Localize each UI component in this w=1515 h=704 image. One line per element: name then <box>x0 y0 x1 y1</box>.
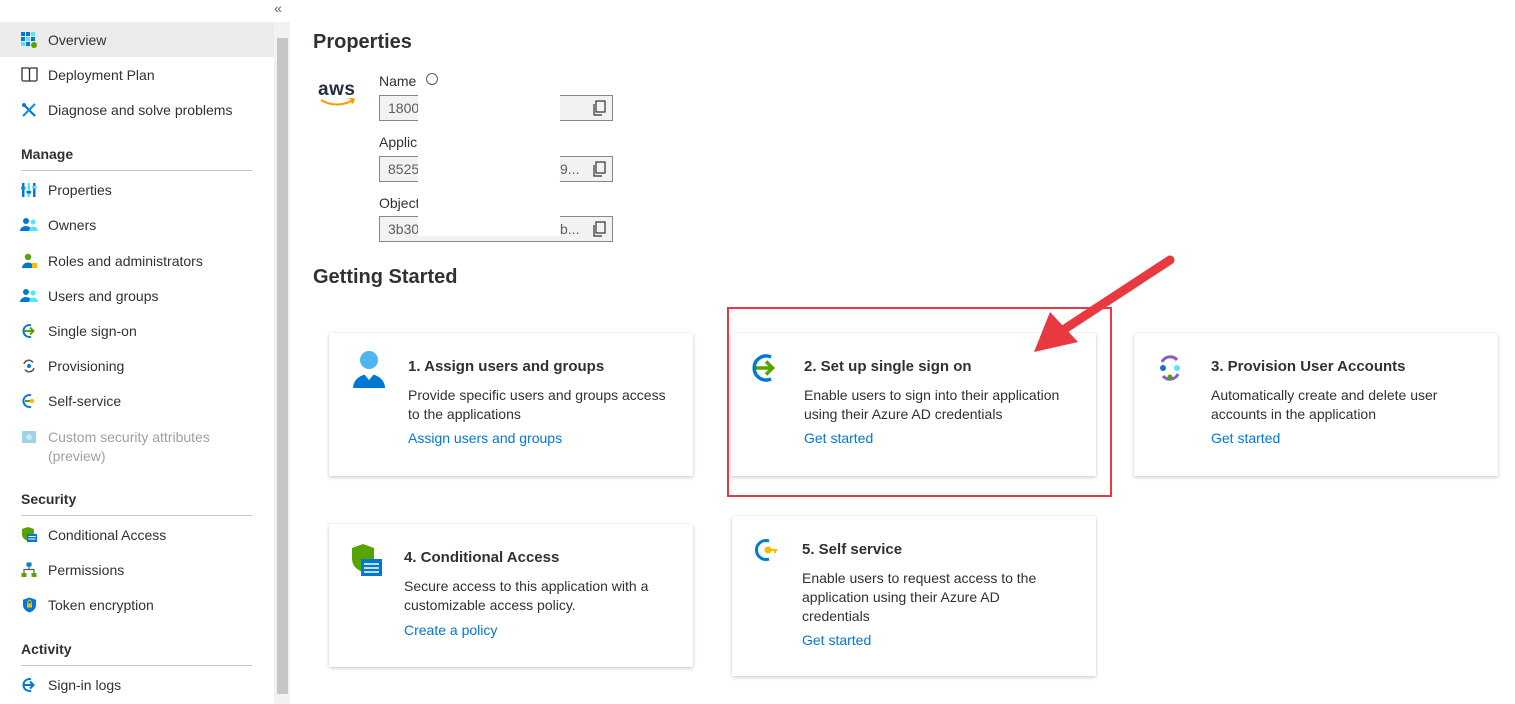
collapse-sidebar-button[interactable]: « <box>268 0 288 18</box>
sidebar-item-users-and-groups[interactable]: Users and groups <box>0 278 274 313</box>
sidebar-item-owners[interactable]: Owners <box>0 207 274 242</box>
properties-bars-icon <box>20 181 38 199</box>
section-activity: Activity <box>21 641 252 666</box>
card-title: 1. Assign users and groups <box>408 358 605 375</box>
sidebar-item-label: Custom security attributes (preview) <box>48 428 210 466</box>
sidebar-item-label: Permissions <box>48 561 125 578</box>
name-label: Name <box>379 73 417 89</box>
sidebar-item-label-line2: (preview) <box>48 448 106 464</box>
card-title: 4. Conditional Access <box>404 549 560 566</box>
book-icon <box>20 66 38 84</box>
sidebar-item-label: Self-service <box>48 392 122 409</box>
name-value: 1800 <box>388 100 420 116</box>
provisioning-sync-icon <box>20 357 38 375</box>
card-assign-users: 1. Assign users and groups Provide speci… <box>329 333 693 476</box>
card-title: 5. Self service <box>802 541 903 558</box>
owners-people-icon <box>20 216 38 234</box>
card-conditional-access: 4. Conditional Access Secure access to t… <box>329 524 693 667</box>
sidebar-item-label: Conditional Access <box>48 526 167 543</box>
users-groups-icon <box>20 287 38 305</box>
roles-user-icon <box>20 252 38 270</box>
card-description: Provide specific users and groups access… <box>408 387 666 422</box>
custom-attributes-icon <box>20 428 38 446</box>
sidebar-item-properties[interactable]: Properties <box>0 172 274 207</box>
overview-grid-icon <box>20 31 38 49</box>
redaction-box <box>418 70 560 236</box>
card-description: Automatically create and delete user acc… <box>1211 387 1438 422</box>
sidebar-item-self-service[interactable]: Self-service <box>0 383 274 418</box>
sidebar-item-single-sign-on[interactable]: Single sign-on <box>0 313 274 348</box>
sidebar-item-label-line1: Custom security attributes <box>48 429 210 445</box>
sidebar-item-label: Properties <box>48 181 112 198</box>
sidebar-item-label: Token encryption <box>48 596 154 613</box>
provision-get-started-link[interactable]: Get started <box>1211 430 1280 446</box>
object-id-value: 3b30 <box>388 221 420 237</box>
shield-icon <box>20 596 38 614</box>
section-manage: Manage <box>21 146 252 171</box>
aws-smile-icon <box>320 98 356 106</box>
application-id-label: Applic <box>379 134 418 150</box>
sidebar-item-label: Diagnose and solve problems <box>48 101 233 118</box>
create-policy-link[interactable]: Create a policy <box>404 622 497 638</box>
sidebar-item-diagnose[interactable]: Diagnose and solve problems <box>0 92 274 127</box>
application-id-value: 8525 <box>388 161 420 177</box>
user-icon <box>353 351 385 388</box>
object-id-value-tail: b... <box>560 221 580 237</box>
sign-in-logs-icon <box>20 676 38 694</box>
sidebar-item-label: Provisioning <box>48 357 125 374</box>
card-description: Enable users to request access to the ap… <box>802 570 1037 624</box>
properties-title: Properties <box>313 31 412 53</box>
sidebar-item-provisioning[interactable]: Provisioning <box>0 348 274 383</box>
card-self-service: 5. Self service Enable users to request … <box>732 516 1096 676</box>
object-id-label: Object <box>379 195 420 211</box>
sidebar-item-deployment-plan[interactable]: Deployment Plan <box>0 57 274 92</box>
conditional-access-icon <box>352 544 382 576</box>
sidebar: « Overview Deployment Plan Diagnose and … <box>0 0 282 704</box>
copy-icon[interactable] <box>592 161 606 177</box>
aws-logo: aws <box>318 80 358 110</box>
info-icon[interactable] <box>426 73 438 85</box>
sidebar-item-label: Sign-in logs <box>48 676 122 693</box>
self-service-key-icon <box>20 392 38 410</box>
annotation-arrow-icon <box>1034 255 1175 352</box>
app-root: « Overview Deployment Plan Diagnose and … <box>0 0 1515 704</box>
tools-icon <box>20 101 38 119</box>
getting-started-title: Getting Started <box>313 266 458 288</box>
sidebar-item-label: Users and groups <box>48 287 159 304</box>
sidebar-item-token-encryption[interactable]: Token encryption <box>0 587 274 622</box>
sidebar-item-label: Overview <box>48 31 107 48</box>
sidebar-item-sign-in-logs[interactable]: Sign-in logs <box>0 667 274 702</box>
permissions-tree-icon <box>20 561 38 579</box>
sidebar-item-label: Roles and administrators <box>48 252 203 269</box>
sidebar-item-custom-security-attributes[interactable]: Custom security attributes (preview) <box>0 422 274 466</box>
sidebar-item-roles[interactable]: Roles and administrators <box>0 243 274 278</box>
aws-logo-text: aws <box>318 79 356 100</box>
card-description: Secure access to this application with a… <box>404 578 649 613</box>
self-service-key-icon <box>755 539 777 561</box>
copy-icon[interactable] <box>592 100 606 116</box>
section-security: Security <box>21 491 252 516</box>
sidebar-item-label: Deployment Plan <box>48 66 155 83</box>
sidebar-item-permissions[interactable]: Permissions <box>0 552 274 587</box>
application-id-value-tail: 9... <box>560 161 580 177</box>
copy-icon[interactable] <box>592 221 606 237</box>
card-title: 3. Provision User Accounts <box>1211 358 1406 375</box>
self-service-get-started-link[interactable]: Get started <box>802 632 871 648</box>
sidebar-item-label: Owners <box>48 216 97 233</box>
sidebar-scrollbar-thumb[interactable] <box>277 38 288 694</box>
sidebar-item-overview[interactable]: Overview <box>0 22 274 57</box>
assign-users-link[interactable]: Assign users and groups <box>408 430 562 446</box>
sign-in-arrow-icon <box>20 322 38 340</box>
conditional-access-icon <box>20 526 38 544</box>
sidebar-item-label: Single sign-on <box>48 322 137 339</box>
sidebar-item-conditional-access[interactable]: Conditional Access <box>0 517 274 552</box>
